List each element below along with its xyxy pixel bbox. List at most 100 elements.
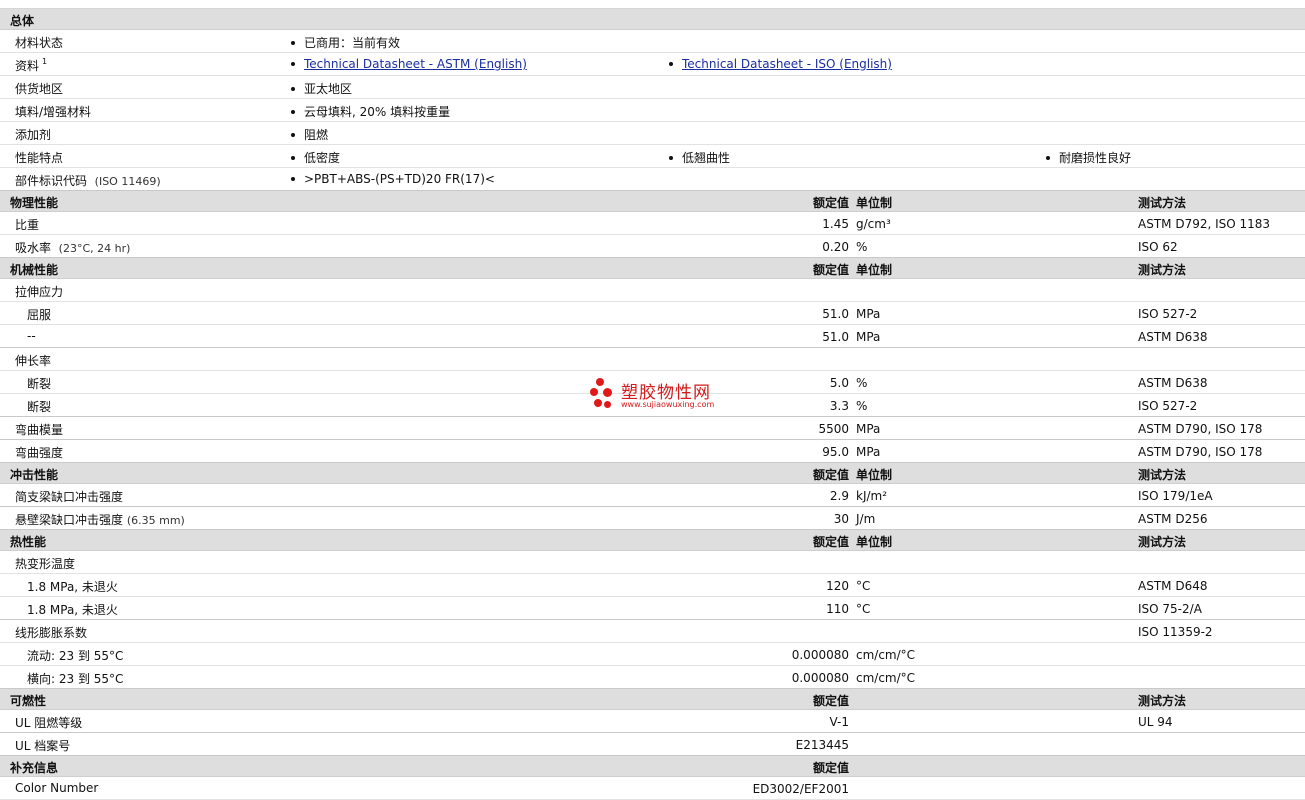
row-value: 0.20 [822, 240, 849, 254]
row-ul-file: UL 档案号 E213445 [0, 733, 1305, 756]
row-label: 填料/增强材料 [15, 105, 92, 119]
row-label: 悬壁梁缺口冲击强度 (6.35 mm) [15, 511, 185, 528]
row-elongation: 伸长率 [0, 348, 1305, 371]
row-label: 弯曲模量 [15, 423, 64, 437]
row-color-number: Color Number ED3002/EF2001 [0, 777, 1305, 800]
row-hdt: 热变形温度 [0, 551, 1305, 574]
row-flexural-strength: 弯曲强度 95.0 MPa ASTM D790, ISO 178 [0, 440, 1305, 463]
watermark-dot-icon [604, 401, 611, 408]
row-method: ISO 62 [1138, 240, 1178, 254]
value-text: 云母填料, 20% 填料按重量 [304, 105, 451, 119]
row-supply-region: 供货地区 亚太地区 [0, 76, 1305, 99]
bullet-icon [291, 110, 295, 114]
top-spacer [0, 0, 1305, 9]
label-text: 悬壁梁缺口冲击强度 [15, 513, 124, 527]
row-unit: cm/cm/°C [856, 671, 916, 685]
bullet-icon [291, 133, 295, 137]
bullet-value: 云母填料, 20% 填料按重量 [291, 103, 450, 120]
row-charpy-notched: 简支梁缺口冲击强度 2.9 kJ/m² ISO 179/1eA [0, 484, 1305, 507]
bullet-icon [291, 177, 295, 181]
value-text: 已商用：当前有效 [304, 36, 401, 50]
row-label: 性能特点 [15, 151, 64, 165]
section-flammability-header: 可燃性 额定值 测试方法 [0, 689, 1305, 710]
row-label: 弯曲强度 [15, 446, 64, 460]
row-unit: cm/cm/°C [856, 648, 916, 662]
section-mechanical-header: 机械性能 额定值 单位制 测试方法 [0, 258, 1305, 279]
bullet-icon [669, 62, 673, 66]
value-text: 亚太地区 [304, 82, 353, 96]
row-unit: % [856, 376, 868, 390]
watermark-dot-icon [603, 388, 612, 397]
row-tensile-stress: 拉伸应力 [0, 279, 1305, 302]
section-supplemental-header: 补充信息 额定值 [0, 756, 1305, 777]
value-text: 低翘曲性 [682, 151, 731, 165]
section-title: 补充信息 [10, 761, 59, 775]
section-title: 机械性能 [10, 263, 59, 277]
row-documents: 资料 1 Technical Datasheet - ASTM (English)… [0, 53, 1305, 76]
row-value: V-1 [829, 715, 849, 729]
row-value: 120 [826, 579, 849, 593]
row-unit: °C [856, 579, 871, 593]
row-additive: 添加剂 阻燃 [0, 122, 1305, 145]
row-water-absorption: 吸水率 (23°C, 24 hr) 0.20 % ISO 62 [0, 235, 1305, 258]
footnote-marker: 1 [42, 57, 48, 66]
bullet-icon [291, 62, 295, 66]
label-text: 资料 [15, 59, 40, 73]
watermark-dot-icon [594, 399, 602, 407]
row-method: ISO 527-2 [1138, 399, 1198, 413]
row-method: ASTM D638 [1138, 330, 1208, 344]
row-label: 屈服 [27, 308, 52, 322]
row-value: 110 [826, 602, 849, 616]
header-method: 测试方法 [1138, 468, 1187, 482]
link-datasheet-astm[interactable]: Technical Datasheet - ASTM (English) [304, 57, 527, 71]
row-label: 拉伸应力 [15, 285, 64, 299]
row-value: 51.0 [822, 330, 849, 344]
row-clte-transverse: 横向: 23 到 55°C 0.000080 cm/cm/°C [0, 666, 1305, 689]
row-unit: kJ/m² [856, 489, 888, 503]
row-unit: MPa [856, 330, 881, 344]
row-tensile-yield: 屈服 51.0 MPa ISO 527-2 [0, 302, 1305, 325]
label-text: 部件标识代码 [15, 174, 88, 188]
header-unit: 单位制 [856, 468, 893, 482]
row-clte-flow: 流动: 23 到 55°C 0.000080 cm/cm/°C [0, 643, 1305, 666]
header-value: 额定值 [812, 468, 849, 482]
row-izod-notched: 悬壁梁缺口冲击强度 (6.35 mm) 30 J/m ASTM D256 [0, 507, 1305, 530]
row-label: 添加剂 [15, 128, 52, 142]
row-label: 热变形温度 [15, 557, 76, 571]
section-general-header: 总体 [0, 9, 1305, 30]
row-label: UL 阻燃等级 [15, 716, 83, 730]
bullet-value: 已商用：当前有效 [291, 34, 400, 51]
row-tensile-other: -- 51.0 MPa ASTM D638 [0, 325, 1305, 348]
bullet-link-iso: Technical Datasheet - ISO (English) [669, 57, 892, 71]
row-flexural-modulus: 弯曲模量 5500 MPa ASTM D790, ISO 178 [0, 417, 1305, 440]
watermark-dot-icon [590, 388, 598, 396]
row-method: ISO 527-2 [1138, 307, 1198, 321]
row-label: 供货地区 [15, 82, 64, 96]
label-note: (23°C, 24 hr) [58, 242, 131, 255]
row-value: 5500 [818, 422, 849, 436]
section-thermal-header: 热性能 额定值 单位制 测试方法 [0, 530, 1305, 551]
section-title: 热性能 [10, 535, 47, 549]
label-note: (6.35 mm) [126, 514, 185, 527]
row-label: 横向: 23 到 55°C [27, 672, 124, 686]
row-value: 0.000080 [791, 648, 849, 662]
header-value: 额定值 [812, 535, 849, 549]
row-label: 伸长率 [15, 354, 52, 368]
header-value: 额定值 [812, 761, 849, 775]
link-datasheet-iso[interactable]: Technical Datasheet - ISO (English) [682, 57, 892, 71]
row-value: 0.000080 [791, 671, 849, 685]
row-value: ED3002/EF2001 [752, 782, 849, 796]
bullet-icon [291, 156, 295, 160]
bullet-icon [669, 156, 673, 160]
row-label: 线形膨胀系数 [15, 626, 88, 640]
row-value: 1.45 [822, 217, 849, 231]
row-method: ASTM D638 [1138, 376, 1208, 390]
row-value: 3.3 [829, 399, 849, 413]
header-method: 测试方法 [1138, 263, 1187, 277]
row-method: ASTM D256 [1138, 512, 1208, 526]
header-method: 测试方法 [1138, 694, 1187, 708]
row-method: ISO 75-2/A [1138, 602, 1202, 616]
row-value: 5.0 [829, 376, 849, 390]
row-features: 性能特点 低密度 低翘曲性 耐磨损性良好 [0, 145, 1305, 168]
row-method: ISO 179/1eA [1138, 489, 1213, 503]
